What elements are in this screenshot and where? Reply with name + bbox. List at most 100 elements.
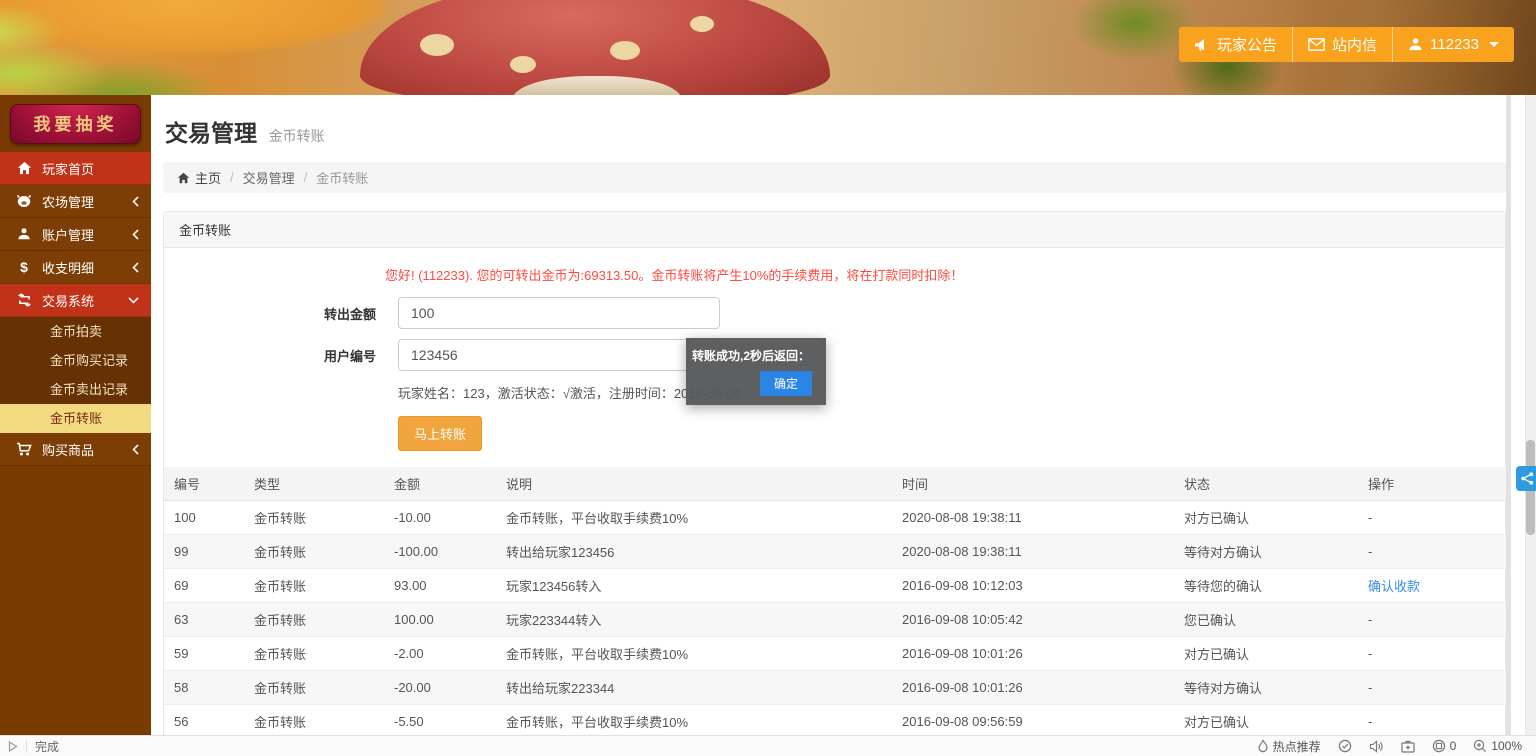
cell-type: 金币转账 bbox=[244, 671, 384, 705]
inner-scrollbar-track[interactable] bbox=[1506, 95, 1511, 735]
table-row: 59金币转账-2.00金币转账，平台收取手续费10%2016-09-08 10:… bbox=[164, 637, 1507, 671]
chevron-left-icon bbox=[132, 196, 139, 207]
mushroom-spot bbox=[610, 41, 640, 60]
sidebar-item-label: 交易系统 bbox=[42, 291, 128, 310]
cell-status: 等待对方确认 bbox=[1174, 671, 1358, 705]
cell-description: 金币转账，平台收取手续费10% bbox=[496, 637, 892, 671]
modal-ok-button[interactable]: 确定 bbox=[760, 371, 812, 396]
game-banner: 玩家公告 站内信 112233 bbox=[0, 0, 1536, 95]
box-plus-icon bbox=[1401, 740, 1415, 753]
sidebar-item-income-expense[interactable]: $ 收支明细 bbox=[0, 251, 151, 284]
page-subtitle: 金币转账 bbox=[269, 128, 325, 144]
zoom-level-item[interactable]: 100% bbox=[1473, 739, 1522, 753]
transfer-now-button[interactable]: 马上转账 bbox=[398, 416, 482, 451]
status-text: 完成 bbox=[35, 738, 59, 755]
ad-block-icon bbox=[1432, 739, 1446, 753]
cell-type: 金币转账 bbox=[244, 501, 384, 535]
table-row: 99金币转账-100.00转出给玩家1234562020-08-08 19:38… bbox=[164, 535, 1507, 569]
mushroom-spot bbox=[420, 34, 454, 56]
sidebar-item-trade-system[interactable]: 交易系统 bbox=[0, 284, 151, 317]
page: 玩家公告 站内信 112233 我要抽奖 玩家首页 bbox=[0, 0, 1536, 756]
submenu-item-gold-transfer[interactable]: 金币转账 bbox=[0, 404, 151, 433]
security-check-button[interactable] bbox=[1338, 739, 1352, 753]
download-box-button[interactable] bbox=[1401, 740, 1415, 753]
cell-time: 2016-09-08 09:56:59 bbox=[892, 705, 1174, 736]
breadcrumb-trade-management[interactable]: 交易管理 bbox=[243, 168, 295, 187]
page-head: 交易管理 金币转账 bbox=[165, 114, 1506, 148]
sidebar-item-buy-goods[interactable]: 购买商品 bbox=[0, 433, 151, 466]
banner-leaves-decoration bbox=[0, 5, 280, 95]
gold-transfer-panel: 金币转账 您好! (112233). 您的可转出金币为:69313.50。金币转… bbox=[163, 211, 1506, 735]
cell-description: 转出给玩家123456 bbox=[496, 535, 892, 569]
trade-system-submenu: 金币拍卖 金币购买记录 金币卖出记录 金币转账 bbox=[0, 317, 151, 433]
transfer-success-modal: 转账成功,2秒后返回： 确定 bbox=[686, 338, 826, 405]
panel-body: 您好! (112233). 您的可转出金币为:69313.50。金币转账将产生1… bbox=[164, 248, 1505, 735]
cell-id: 100 bbox=[164, 501, 244, 535]
cell-id: 69 bbox=[164, 569, 244, 603]
user-menu-button[interactable]: 112233 bbox=[1393, 27, 1514, 62]
amount-label: 转出金额 bbox=[164, 304, 376, 323]
status-left: 完成 bbox=[0, 738, 59, 755]
table-row: 69金币转账93.00玩家123456转入2016-09-08 10:12:03… bbox=[164, 569, 1507, 603]
cell-id: 58 bbox=[164, 671, 244, 705]
sidebar-item-account-management[interactable]: 账户管理 bbox=[0, 218, 151, 251]
cell-time: 2016-09-08 10:05:42 bbox=[892, 603, 1174, 637]
player-announcement-label: 玩家公告 bbox=[1217, 34, 1277, 55]
cell-status: 对方已确认 bbox=[1174, 501, 1358, 535]
confirm-receipt-link[interactable]: 确认收款 bbox=[1368, 579, 1420, 594]
submenu-item-gold-auction[interactable]: 金币拍卖 bbox=[0, 317, 151, 346]
chevron-left-icon bbox=[132, 444, 139, 455]
share-icon bbox=[1520, 471, 1535, 486]
header-action: 操作 bbox=[1358, 467, 1507, 501]
site-mail-button[interactable]: 站内信 bbox=[1293, 27, 1393, 62]
cell-amount: 93.00 bbox=[384, 569, 496, 603]
dollar-icon: $ bbox=[16, 259, 32, 275]
hotspot-recommend-item[interactable]: 热点推荐 bbox=[1257, 738, 1321, 755]
hotspot-recommend-label: 热点推荐 bbox=[1273, 738, 1321, 755]
chevron-left-icon bbox=[132, 229, 139, 240]
breadcrumb-home-link[interactable]: 主页 bbox=[177, 168, 221, 187]
chevron-down-icon bbox=[1489, 42, 1499, 47]
user-id-input[interactable] bbox=[398, 339, 720, 371]
breadcrumb-separator: / bbox=[304, 170, 308, 185]
blocked-count-item[interactable]: 0 bbox=[1432, 739, 1457, 753]
header-time: 时间 bbox=[892, 467, 1174, 501]
cell-description: 金币转账，平台收取手续费10% bbox=[496, 705, 892, 736]
cell-description: 玩家223344转入 bbox=[496, 603, 892, 637]
username-label: 112233 bbox=[1430, 36, 1479, 53]
submenu-item-gold-sell-records[interactable]: 金币卖出记录 bbox=[0, 375, 151, 404]
status-divider bbox=[26, 740, 27, 753]
cell-status: 等待对方确认 bbox=[1174, 535, 1358, 569]
header-amount: 金额 bbox=[384, 467, 496, 501]
sidebar-item-farm-management[interactable]: 农场管理 bbox=[0, 185, 151, 218]
amount-input[interactable] bbox=[398, 297, 720, 329]
scrollbar-track[interactable] bbox=[1525, 95, 1536, 735]
chevron-left-icon bbox=[132, 262, 139, 273]
mushroom-spot bbox=[510, 56, 536, 73]
sound-button[interactable] bbox=[1369, 740, 1384, 753]
lottery-button[interactable]: 我要抽奖 bbox=[10, 104, 141, 144]
sidebar: 我要抽奖 玩家首页 农场管理 账户管理 $ bbox=[0, 95, 151, 735]
cell-action: - bbox=[1358, 603, 1507, 637]
user-id-label: 用户编号 bbox=[164, 346, 376, 365]
cell-amount: 100.00 bbox=[384, 603, 496, 637]
speaker-icon bbox=[1369, 740, 1384, 753]
cell-status: 对方已确认 bbox=[1174, 637, 1358, 671]
submenu-item-gold-purchase-records[interactable]: 金币购买记录 bbox=[0, 346, 151, 375]
player-announcement-button[interactable]: 玩家公告 bbox=[1179, 27, 1293, 62]
zoom-level-value: 100% bbox=[1491, 739, 1522, 753]
sidebar-item-label: 玩家首页 bbox=[42, 159, 139, 178]
share-button[interactable] bbox=[1516, 466, 1536, 491]
flame-icon bbox=[1257, 739, 1269, 753]
sidebar-item-player-home[interactable]: 玩家首页 bbox=[0, 152, 151, 185]
panel-title: 金币转账 bbox=[164, 212, 1505, 248]
table-row: 100金币转账-10.00金币转账，平台收取手续费10%2020-08-08 1… bbox=[164, 501, 1507, 535]
player-info-helper: 玩家姓名：123，激活状态：√激活，注册时间：2016-09-04 bbox=[398, 383, 1505, 402]
cell-id: 56 bbox=[164, 705, 244, 736]
header-type: 类型 bbox=[244, 467, 384, 501]
cell-action: - bbox=[1358, 705, 1507, 736]
chevron-down-icon bbox=[128, 297, 139, 304]
sidebar-item-label: 农场管理 bbox=[42, 192, 132, 211]
cell-action: - bbox=[1358, 637, 1507, 671]
user-icon bbox=[1408, 37, 1423, 52]
